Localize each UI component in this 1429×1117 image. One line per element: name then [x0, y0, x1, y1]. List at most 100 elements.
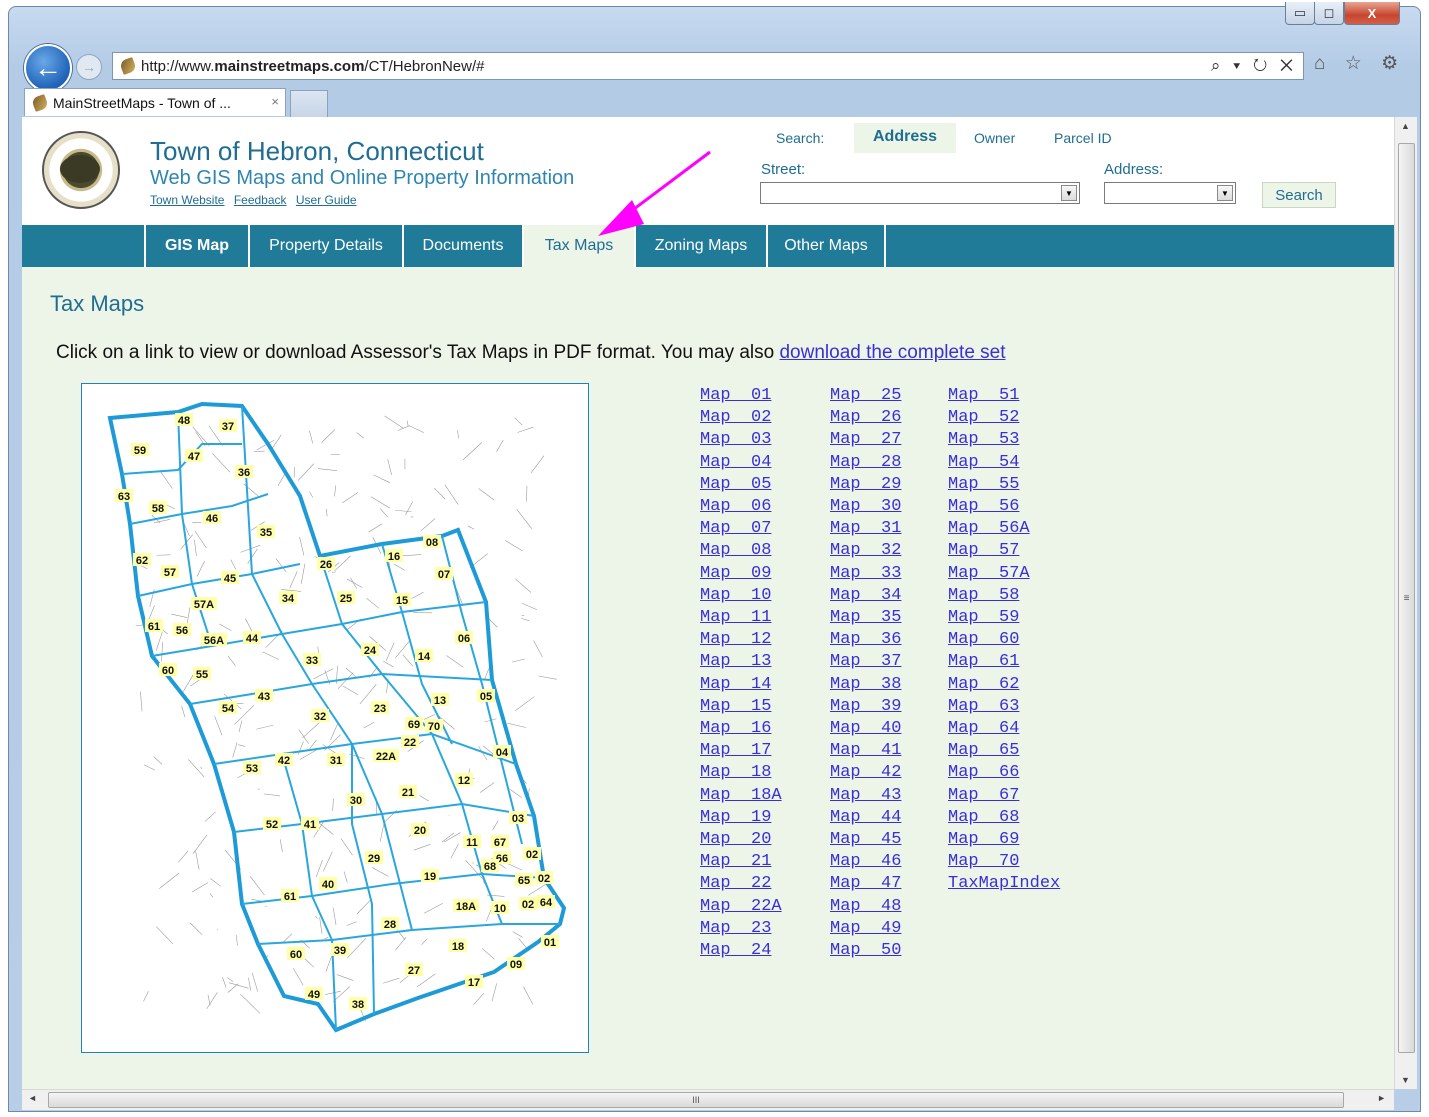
search-tab-address[interactable]: Address: [854, 123, 956, 153]
map-link[interactable]: Map 03: [700, 429, 782, 451]
map-link[interactable]: Map 59: [948, 607, 1060, 629]
map-link[interactable]: Map 49: [830, 918, 901, 940]
map-link[interactable]: Map 27: [830, 429, 901, 451]
town-website-link[interactable]: Town Website: [150, 193, 224, 207]
map-link[interactable]: Map 08: [700, 540, 782, 562]
vertical-scrollbar[interactable]: ▲ ≡ ▼: [1394, 117, 1417, 1089]
map-link[interactable]: Map 16: [700, 718, 782, 740]
download-complete-set-link[interactable]: download the complete set: [779, 342, 1005, 363]
map-link[interactable]: Map 70: [948, 851, 1060, 873]
map-link[interactable]: Map 44: [830, 807, 901, 829]
map-link[interactable]: Map 66: [948, 762, 1060, 784]
address-bar[interactable]: http://www.mainstreetmaps.com/CT/HebronN…: [112, 52, 1304, 80]
map-link[interactable]: TaxMapIndex: [948, 873, 1060, 895]
map-link[interactable]: Map 41: [830, 740, 901, 762]
scroll-right-icon[interactable]: ►: [1377, 1093, 1386, 1103]
map-link[interactable]: Map 56A: [948, 518, 1060, 540]
tab-zoning-maps[interactable]: Zoning Maps: [634, 225, 766, 267]
close-button[interactable]: X: [1344, 2, 1400, 25]
map-link[interactable]: Map 50: [830, 940, 901, 962]
map-link[interactable]: Map 10: [700, 585, 782, 607]
tab-documents[interactable]: Documents: [402, 225, 522, 267]
map-link[interactable]: Map 07: [700, 518, 782, 540]
address-tools-icons[interactable]: ⌕ ▾ ↻ ✕: [1211, 56, 1297, 76]
tab-property-details[interactable]: Property Details: [248, 225, 402, 267]
feedback-link[interactable]: Feedback: [234, 193, 287, 207]
map-link[interactable]: Map 67: [948, 785, 1060, 807]
map-link[interactable]: Map 24: [700, 940, 782, 962]
map-link[interactable]: Map 15: [700, 696, 782, 718]
search-tab-owner[interactable]: Owner: [974, 130, 1015, 146]
street-select[interactable]: ▼: [760, 182, 1080, 204]
scroll-up-icon[interactable]: ▲: [1401, 121, 1410, 131]
map-link[interactable]: Map 38: [830, 674, 901, 696]
map-link[interactable]: Map 65: [948, 740, 1060, 762]
map-link[interactable]: Map 46: [830, 851, 901, 873]
map-link[interactable]: Map 62: [948, 674, 1060, 696]
map-link[interactable]: Map 22: [700, 873, 782, 895]
map-link[interactable]: Map 51: [948, 385, 1060, 407]
map-link[interactable]: Map 25: [830, 385, 901, 407]
map-link[interactable]: Map 55: [948, 474, 1060, 496]
tab-tax-maps[interactable]: Tax Maps: [522, 225, 634, 267]
map-link[interactable]: Map 01: [700, 385, 782, 407]
maximize-button[interactable]: ◻: [1314, 2, 1344, 25]
map-link[interactable]: Map 33: [830, 563, 901, 585]
tax-map-index-image[interactable]: 48 37 59 47 36 63 58 46 35 08 16 62 26 57 45 07 57A 34 25 1…: [81, 383, 589, 1053]
map-link[interactable]: Map 29: [830, 474, 901, 496]
map-link[interactable]: Map 37: [830, 651, 901, 673]
map-link[interactable]: Map 57A: [948, 563, 1060, 585]
user-guide-link[interactable]: User Guide: [296, 193, 357, 207]
map-link[interactable]: Map 63: [948, 696, 1060, 718]
map-link[interactable]: Map 32: [830, 540, 901, 562]
back-button[interactable]: ←: [24, 44, 72, 92]
map-link[interactable]: Map 05: [700, 474, 782, 496]
map-link[interactable]: Map 30: [830, 496, 901, 518]
map-link[interactable]: Map 20: [700, 829, 782, 851]
map-link[interactable]: Map 39: [830, 696, 901, 718]
map-link[interactable]: Map 57: [948, 540, 1060, 562]
map-link[interactable]: Map 47: [830, 873, 901, 895]
search-tab-parcel-id[interactable]: Parcel ID: [1054, 130, 1112, 146]
forward-button[interactable]: →: [76, 54, 102, 80]
browser-tab[interactable]: MainStreetMaps - Town of ... ×: [24, 88, 286, 116]
map-link[interactable]: Map 26: [830, 407, 901, 429]
horizontal-scroll-thumb[interactable]: III: [48, 1092, 1344, 1108]
scroll-left-icon[interactable]: ◄: [28, 1093, 37, 1103]
map-link[interactable]: Map 58: [948, 585, 1060, 607]
map-link[interactable]: Map 68: [948, 807, 1060, 829]
map-link[interactable]: Map 35: [830, 607, 901, 629]
address-select[interactable]: ▼: [1104, 182, 1236, 204]
map-link[interactable]: Map 02: [700, 407, 782, 429]
map-link[interactable]: Map 43: [830, 785, 901, 807]
map-link[interactable]: Map 53: [948, 429, 1060, 451]
map-link[interactable]: Map 09: [700, 563, 782, 585]
new-tab-button[interactable]: [290, 90, 328, 117]
map-link[interactable]: Map 69: [948, 829, 1060, 851]
map-link[interactable]: Map 40: [830, 718, 901, 740]
map-link[interactable]: Map 19: [700, 807, 782, 829]
map-link[interactable]: Map 13: [700, 651, 782, 673]
map-link[interactable]: Map 04: [700, 452, 782, 474]
map-link[interactable]: Map 45: [830, 829, 901, 851]
map-link[interactable]: Map 18: [700, 762, 782, 784]
map-link[interactable]: Map 42: [830, 762, 901, 784]
vertical-scroll-thumb[interactable]: ≡: [1398, 143, 1415, 1053]
horizontal-scrollbar[interactable]: ◄ III ►: [22, 1089, 1394, 1110]
map-link[interactable]: Map 28: [830, 452, 901, 474]
map-link[interactable]: Map 36: [830, 629, 901, 651]
map-link[interactable]: Map 06: [700, 496, 782, 518]
map-link[interactable]: Map 56: [948, 496, 1060, 518]
map-link[interactable]: Map 12: [700, 629, 782, 651]
search-button[interactable]: Search: [1262, 182, 1336, 208]
minimize-button[interactable]: ▭: [1285, 2, 1315, 25]
map-link[interactable]: Map 61: [948, 651, 1060, 673]
map-link[interactable]: Map 34: [830, 585, 901, 607]
map-link[interactable]: Map 21: [700, 851, 782, 873]
map-link[interactable]: Map 48: [830, 896, 901, 918]
map-link[interactable]: Map 18A: [700, 785, 782, 807]
map-link[interactable]: Map 54: [948, 452, 1060, 474]
home-favorites-settings-icons[interactable]: ⌂ ☆ ⚙: [1314, 52, 1405, 75]
map-link[interactable]: Map 11: [700, 607, 782, 629]
tab-other-maps[interactable]: Other Maps: [766, 225, 886, 267]
